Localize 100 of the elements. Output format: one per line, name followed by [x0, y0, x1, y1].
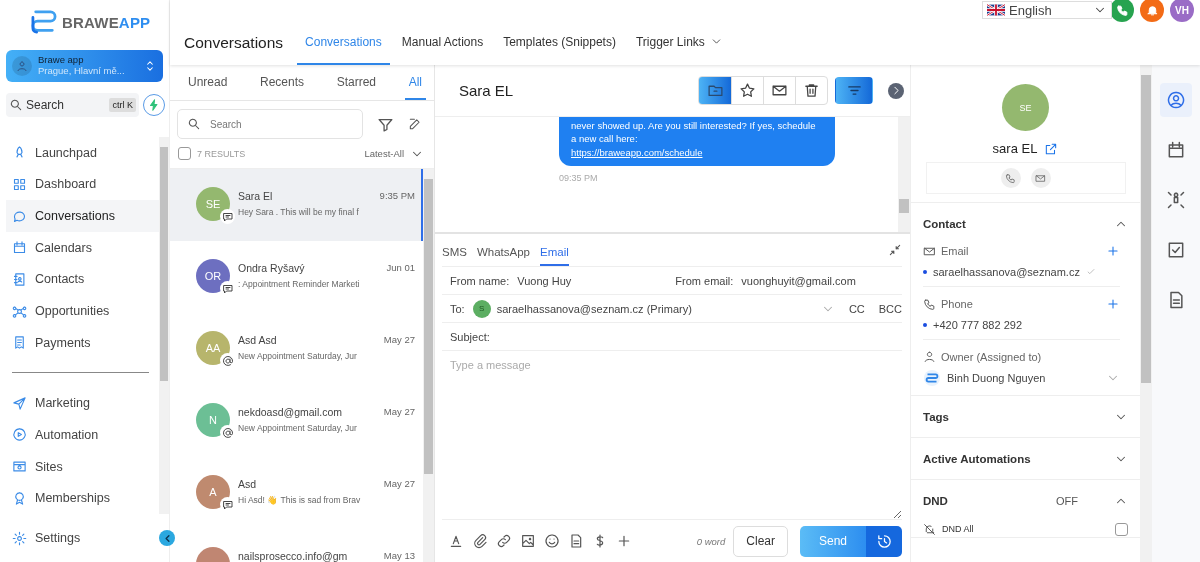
- conversation-item[interactable]: A Asd May 27 Hi Asd! 👋 This is sad from Brav: [170, 457, 423, 529]
- conversation-item[interactable]: SE Sara El 9:35 PM Hey Sara . This will be my final f: [170, 169, 423, 241]
- channel-tab[interactable]: Email: [540, 246, 569, 266]
- external-link-icon[interactable]: [1044, 141, 1059, 156]
- message-time: 9:35 PM: [379, 190, 415, 202]
- paperclip-icon: [472, 533, 488, 549]
- call-button[interactable]: [1110, 0, 1134, 22]
- address-book-icon: [12, 271, 27, 287]
- filter-tab[interactable]: Starred: [332, 65, 380, 100]
- filter-tab[interactable]: Recents: [256, 65, 308, 100]
- plus-button[interactable]: [616, 533, 632, 549]
- channel-tab[interactable]: WhatsApp: [476, 246, 530, 266]
- section-title: DND: [923, 494, 948, 507]
- envelope-icon: [1035, 172, 1046, 184]
- language-select[interactable]: English: [982, 1, 1112, 19]
- channel-tab[interactable]: SMS: [442, 246, 467, 266]
- compose-button[interactable]: [408, 117, 422, 131]
- message-time: May 13: [383, 550, 415, 562]
- select-all-checkbox[interactable]: [178, 147, 191, 160]
- sort-dropdown[interactable]: Latest-All: [364, 148, 404, 159]
- nav-item[interactable]: Marketing: [6, 387, 159, 420]
- nav-tab[interactable]: Manual Actions: [393, 20, 492, 65]
- text-format-button[interactable]: [448, 533, 464, 549]
- clear-button[interactable]: Clear: [733, 525, 788, 557]
- call-button[interactable]: [1000, 168, 1021, 188]
- nav-item[interactable]: Conversations: [6, 200, 159, 232]
- schedule-button[interactable]: [866, 525, 902, 557]
- filter-tab[interactable]: All: [404, 65, 426, 100]
- contact-name: Ondra Ryšavý: [238, 262, 305, 274]
- contact-name: Asd Asd: [238, 334, 277, 346]
- phone-icon: [923, 297, 936, 311]
- nav-item[interactable]: Sites: [6, 450, 159, 483]
- dnd-checkbox[interactable]: [1115, 522, 1128, 536]
- filter-button[interactable]: [835, 77, 873, 104]
- contact-name: Asd: [238, 478, 257, 490]
- text-format-icon: [448, 533, 464, 549]
- contact-name: Sara El: [238, 190, 273, 202]
- nav-item[interactable]: Contacts: [6, 263, 159, 296]
- nav-tab[interactable]: Trigger Links: [627, 20, 731, 65]
- message-link[interactable]: https://braweapp.com/schedule: [571, 146, 823, 159]
- notifications-button[interactable]: [1140, 0, 1164, 22]
- nav-item[interactable]: Opportunities: [6, 295, 159, 327]
- owner-select[interactable]: Binh Duong Nguyen: [923, 369, 1120, 387]
- smiley-icon: [544, 533, 560, 549]
- scrollbar[interactable]: [423, 169, 434, 562]
- account-name: Brawe app: [38, 55, 85, 66]
- link-icon: [496, 533, 512, 549]
- filter-tab[interactable]: Unread: [184, 65, 232, 100]
- word-count: 0 word: [696, 535, 726, 547]
- user-avatar[interactable]: VH: [1170, 0, 1194, 22]
- contact-avatar: SE: [196, 187, 230, 221]
- settings-link[interactable]: Settings: [6, 522, 159, 554]
- document-button[interactable]: [568, 533, 584, 549]
- expand-panel-button[interactable]: [888, 82, 904, 99]
- compress-icon: [888, 243, 902, 257]
- link-button[interactable]: [496, 533, 512, 549]
- speech-bubble-icon: [12, 208, 27, 224]
- message-text: never showed up. Are you still interested? If yes, schedule a new call here:: [571, 119, 817, 145]
- nav-item[interactable]: Memberships: [6, 482, 159, 515]
- nav-item[interactable]: Launchpad: [6, 137, 159, 169]
- scrollbar[interactable]: [898, 117, 910, 232]
- nav-item[interactable]: Calendars: [6, 231, 159, 264]
- calendar-icon: [1166, 140, 1186, 160]
- search-field[interactable]: Search: [177, 109, 363, 139]
- contact-avatar: OR: [196, 259, 230, 293]
- smiley-button[interactable]: [544, 533, 560, 549]
- dnd-option-label: DND All: [942, 524, 974, 534]
- nav-item[interactable]: Automation: [6, 419, 159, 451]
- scrollbar[interactable]: [159, 137, 169, 514]
- message-time: May 27: [383, 334, 415, 346]
- image-button[interactable]: [520, 533, 536, 549]
- phone-icon: [1005, 172, 1016, 184]
- recipient-select[interactable]: S saraelhassanova@seznam.cz (Primary): [472, 299, 835, 318]
- people-arrows-icon: [1166, 190, 1186, 210]
- collapse-composer-button[interactable]: [888, 243, 902, 257]
- bcc-link[interactable]: BCC: [878, 302, 902, 315]
- clock-icon: [875, 532, 893, 550]
- account-switcher[interactable]: Brawe app Prague, Hlavní mě...: [6, 50, 163, 82]
- field-label: From email:: [675, 274, 734, 287]
- document-icon: [568, 533, 584, 549]
- side-tab[interactable]: [1160, 83, 1192, 117]
- cc-link[interactable]: CC: [848, 302, 865, 315]
- paperclip-button[interactable]: [472, 533, 488, 549]
- conversation-item[interactable]: N nekdoasd@gmail.com May 27 New Appointment Saturday, Jur: [170, 385, 423, 457]
- conversation-item[interactable]: nailsprosecco.info@gm May 13: [170, 529, 423, 562]
- nav-item[interactable]: Dashboard: [6, 168, 159, 201]
- email-button[interactable]: [1030, 168, 1051, 188]
- message-preview: : Appointment Reminder Marketi: [238, 279, 361, 289]
- archive-button[interactable]: [699, 77, 731, 104]
- conversation-item[interactable]: AA Asd Asd May 27 New Appointment Saturday, Jur: [170, 313, 423, 385]
- nav-tab[interactable]: Conversations: [297, 20, 390, 65]
- section-title: Contact: [923, 217, 966, 230]
- image-icon: [520, 533, 536, 549]
- contact-avatar: N: [196, 403, 230, 437]
- nav-tab[interactable]: Templates (Snippets): [495, 20, 624, 65]
- message-time: Jun 01: [386, 262, 415, 274]
- scrollbar[interactable]: [1140, 65, 1152, 562]
- collapse-sidebar-button[interactable]: [159, 530, 175, 546]
- nav-item[interactable]: Payments: [6, 326, 159, 359]
- conversation-item[interactable]: OR Ondra Ryšavý Jun 01 : Appointment Reminder Marketi: [170, 241, 423, 313]
